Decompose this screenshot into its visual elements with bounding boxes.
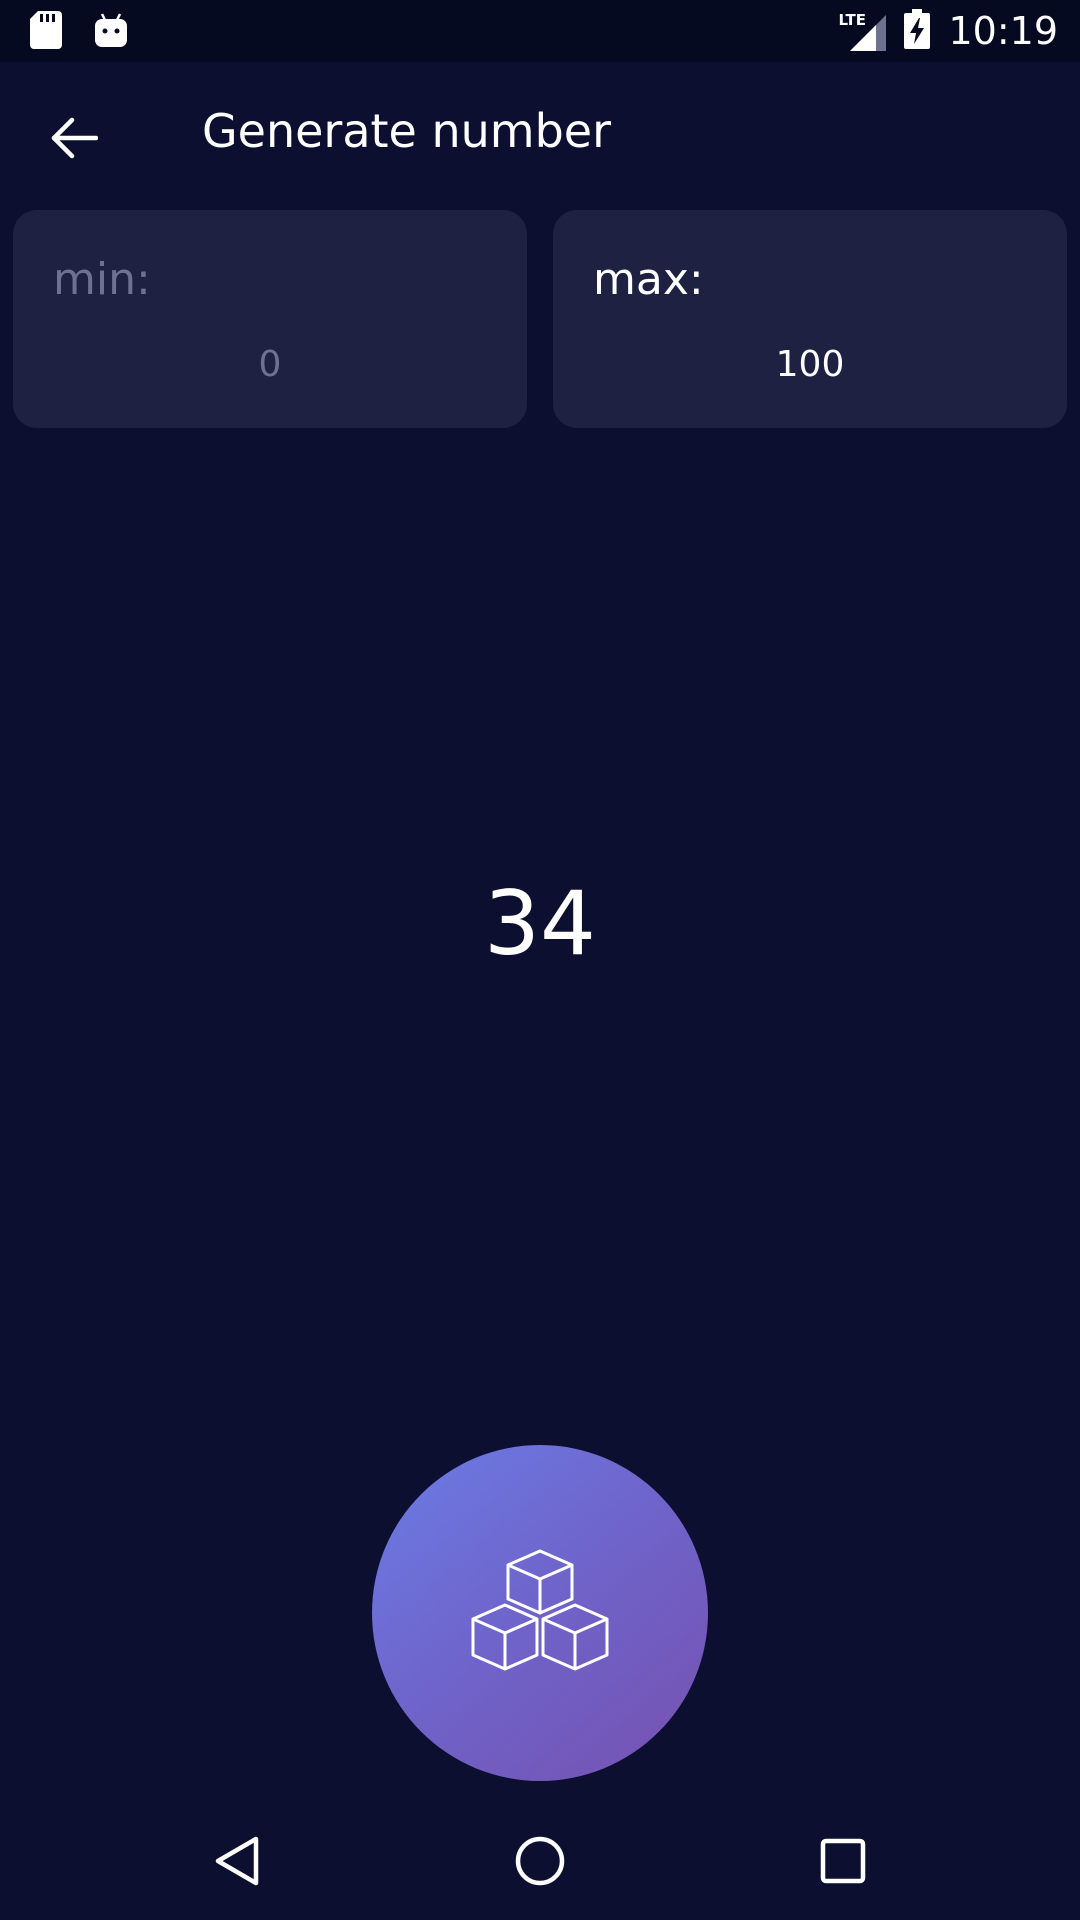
- navigation-bar: [0, 1806, 1080, 1920]
- status-bar: LTE 10:19: [0, 0, 1080, 62]
- generate-button[interactable]: [372, 1445, 708, 1781]
- screen: LTE 10:19 Generate number min: 0 max: 10…: [0, 0, 1080, 1920]
- generated-number: 34: [484, 872, 596, 975]
- sd-card-icon: [30, 11, 62, 53]
- max-label: max:: [593, 254, 704, 305]
- min-input[interactable]: [53, 334, 487, 394]
- status-time: 10:19: [948, 9, 1058, 53]
- nav-home-button[interactable]: [505, 1828, 575, 1898]
- android-icon: [94, 12, 128, 52]
- max-input[interactable]: [593, 334, 1027, 394]
- nav-back-button[interactable]: [202, 1828, 272, 1898]
- nav-recents-icon: [819, 1837, 867, 1889]
- nav-back-icon: [214, 1835, 260, 1891]
- nav-recents-button[interactable]: [808, 1828, 878, 1898]
- battery-charging-icon: [904, 9, 931, 53]
- status-right: LTE 10:19: [838, 6, 1058, 56]
- back-button[interactable]: [36, 102, 112, 178]
- min-label: min:: [53, 254, 151, 305]
- min-card[interactable]: min:: [13, 210, 527, 428]
- cubes-icon: [470, 1549, 610, 1677]
- nav-home-icon: [514, 1835, 566, 1891]
- signal-icon: LTE: [838, 11, 887, 51]
- page-title: Generate number: [202, 104, 611, 158]
- arrow-back-icon: [50, 116, 99, 164]
- status-left: [30, 10, 128, 54]
- app-bar: Generate number: [0, 62, 1080, 210]
- max-card[interactable]: max:: [553, 210, 1067, 428]
